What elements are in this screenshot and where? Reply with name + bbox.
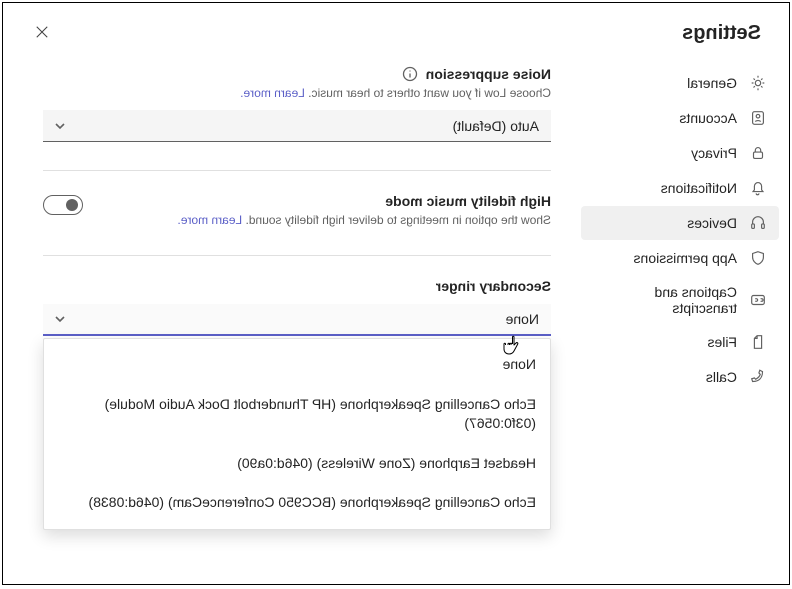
ringer-option[interactable]: Echo Cancelling Speakerphone (BCC950 Con…	[44, 483, 550, 523]
nav-label: Captions and transcripts	[593, 284, 737, 316]
nav-label: Accounts	[679, 110, 737, 126]
bell-icon	[749, 179, 767, 197]
nav-label: Devices	[687, 215, 737, 231]
hifi-toggle[interactable]	[43, 195, 83, 215]
phone-icon	[749, 368, 767, 386]
lock-icon	[749, 144, 767, 162]
shield-icon	[749, 249, 767, 267]
ringer-select-value: None	[506, 311, 539, 327]
ringer-option[interactable]: None	[44, 345, 550, 385]
nav-label: General	[687, 75, 737, 91]
hifi-helper-text: Show the option in meetings to deliver h…	[242, 213, 551, 227]
nav-accounts[interactable]: Accounts	[581, 101, 779, 135]
ringer-option[interactable]: Echo Cancelling Speakerphone (HP Thunder…	[44, 385, 550, 444]
nav-notifications[interactable]: Notifications	[581, 171, 779, 205]
nav-calls[interactable]: Calls	[581, 360, 779, 394]
secondary-ringer-title: Secondary ringer	[436, 278, 551, 294]
nav-label: Notifications	[661, 180, 737, 196]
gear-icon	[749, 74, 767, 92]
settings-title: Settings	[682, 22, 761, 45]
info-icon[interactable]	[402, 66, 418, 82]
nav-privacy[interactable]: Privacy	[581, 136, 779, 170]
headset-icon	[749, 214, 767, 232]
nav-label: Files	[707, 334, 737, 350]
file-icon	[749, 333, 767, 351]
close-button[interactable]	[31, 21, 53, 46]
nav-general[interactable]: General	[581, 66, 779, 100]
ringer-option[interactable]: Headset Earphone (Zone Wireless) (046d:0…	[44, 444, 550, 484]
nav-label: App permissions	[634, 250, 738, 266]
noise-suppression-select[interactable]: Auto (Default)	[43, 110, 551, 142]
noise-select-value: Auto (Default)	[453, 118, 539, 134]
chevron-down-icon	[53, 119, 67, 133]
nav-devices[interactable]: Devices	[581, 206, 779, 240]
chevron-down-icon	[53, 312, 67, 326]
hifi-learn-more-link[interactable]: Learn more.	[177, 213, 242, 227]
nav-label: Privacy	[691, 145, 737, 161]
nav-files[interactable]: Files	[581, 325, 779, 359]
badge-icon	[749, 109, 767, 127]
noise-helper-text: Choose Low if you want others to hear mu…	[305, 86, 551, 100]
toggle-knob	[66, 199, 78, 211]
nav-app-permissions[interactable]: App permissions	[581, 241, 779, 275]
secondary-ringer-dropdown: None Echo Cancelling Speakerphone (HP Th…	[43, 338, 551, 530]
noise-learn-more-link[interactable]: Learn more.	[240, 86, 305, 100]
nav-label: Calls	[706, 369, 737, 385]
hifi-title: High fidelity music mode	[385, 193, 551, 209]
nav-captions[interactable]: Captions and transcripts	[581, 276, 779, 324]
captions-icon	[749, 291, 767, 309]
secondary-ringer-select[interactable]: None	[43, 304, 551, 336]
close-icon	[35, 26, 49, 43]
noise-suppression-title: Noise suppression	[426, 66, 551, 82]
